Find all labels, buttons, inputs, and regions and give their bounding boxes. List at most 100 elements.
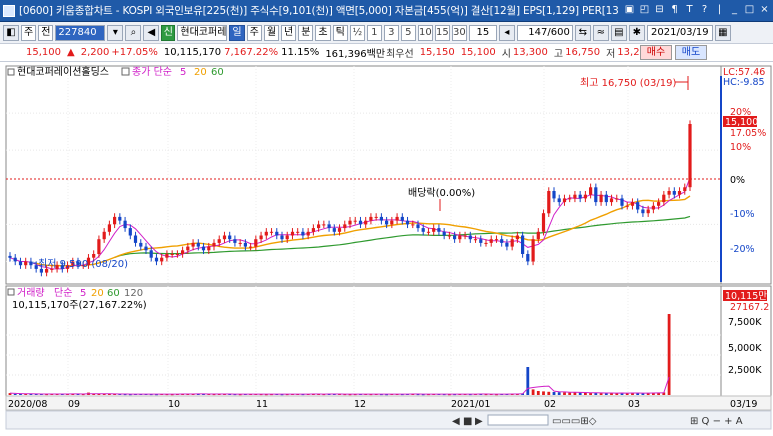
- text-icon[interactable]: T: [683, 3, 696, 17]
- price-panel-frame: [5, 65, 722, 285]
- speaker-icon[interactable]: ◀: [143, 24, 160, 41]
- candle-down: [379, 216, 383, 221]
- xlabel-11: 11: [256, 399, 268, 410]
- period-tick[interactable]: 틱: [332, 24, 348, 41]
- candle-up: [688, 124, 692, 188]
- candle-up: [191, 242, 195, 247]
- count-field[interactable]: 147/600: [516, 24, 573, 41]
- candle-up: [285, 235, 289, 240]
- legend-ma5: 5: [180, 67, 186, 78]
- volume-bar: [568, 392, 572, 395]
- candle-down: [201, 246, 206, 251]
- scroll-left-icon[interactable]: ◀: [452, 416, 460, 427]
- split-icon[interactable]: ⊟: [653, 3, 666, 17]
- range-10[interactable]: 10: [417, 24, 433, 41]
- help-icon[interactable]: ?: [698, 3, 711, 17]
- save-icon[interactable]: ▤: [610, 24, 627, 41]
- range-15[interactable]: 15: [434, 24, 450, 41]
- candle-down: [400, 216, 404, 221]
- hc-label: HC:-9.85: [723, 77, 765, 88]
- candle-up: [646, 209, 650, 214]
- close-icon[interactable]: ×: [758, 3, 771, 17]
- high-label: 고: [553, 49, 564, 60]
- candle-down: [385, 220, 389, 225]
- volume-value: 10,115,170주(27,167.22%): [12, 300, 147, 311]
- ytick-0: 0%: [730, 175, 745, 186]
- scroll-thumb[interactable]: [487, 414, 549, 426]
- period-month[interactable]: 월: [263, 24, 280, 41]
- candle-up: [217, 239, 221, 243]
- scroll-right-icon[interactable]: ▶: [475, 416, 483, 427]
- candle-up: [609, 198, 614, 203]
- dropdown-icon[interactable]: ▾: [107, 24, 124, 41]
- range-3[interactable]: 3: [383, 24, 399, 41]
- stock-label: 현대코퍼레이션홀딩스: [17, 65, 109, 78]
- tools-icon[interactable]: ▭▭▭⊞◇: [552, 416, 597, 427]
- candle-up: [568, 198, 572, 200]
- period-day[interactable]: 일: [229, 24, 245, 41]
- range-1[interactable]: 1: [366, 24, 382, 41]
- range-30[interactable]: 30: [451, 24, 467, 41]
- range-custom-select[interactable]: 15: [468, 24, 497, 41]
- stock-name-field[interactable]: 현대코퍼레: [177, 24, 228, 41]
- candle-up: [541, 213, 546, 232]
- scroll-bar[interactable]: [5, 410, 772, 430]
- calendar-icon[interactable]: ▦: [714, 24, 731, 41]
- period-year[interactable]: 년: [281, 24, 297, 41]
- jeon-select[interactable]: 전: [38, 24, 54, 41]
- volume-bar: [578, 392, 582, 395]
- candle-down: [636, 202, 640, 210]
- candle-up: [259, 235, 263, 240]
- chart-menu-icon[interactable]: ◧: [3, 24, 19, 41]
- candle-down: [594, 187, 598, 203]
- prev-arrow-icon[interactable]: ◂: [498, 24, 515, 41]
- maximize-icon[interactable]: □: [743, 3, 756, 17]
- period-week[interactable]: 주: [246, 24, 262, 41]
- best-bid: 15,100: [460, 47, 496, 58]
- candle-down: [149, 250, 153, 258]
- tile-icon[interactable]: ◰: [638, 3, 651, 17]
- indicator-icon[interactable]: ≈: [592, 24, 609, 41]
- low-annotation: 최저 9,590 (08/20): [30, 258, 128, 270]
- candle-down: [128, 228, 132, 236]
- mode-select[interactable]: 주: [21, 24, 37, 41]
- current-volume-label: 10,115만: [725, 291, 767, 302]
- candle-up: [238, 242, 242, 244]
- candle-down: [233, 239, 237, 243]
- candle-up: [494, 239, 499, 241]
- candle-down: [437, 228, 441, 232]
- pause-icon[interactable]: ■: [463, 416, 472, 427]
- low-annotation-text: 최저 9,590 (08/20): [38, 258, 128, 270]
- layout-icon[interactable]: ▣: [623, 3, 636, 17]
- stock-chart[interactable]: 현대코퍼레이션홀딩스 종가 단순 5 20 60 최고 16,750 (03/1…: [0, 62, 773, 433]
- range-half[interactable]: ½: [349, 24, 365, 41]
- candle-up: [348, 220, 352, 225]
- sell-button[interactable]: 매도: [675, 45, 707, 60]
- chart-area[interactable]: 현대코퍼레이션홀딩스 종가 단순 5 20 60 최고 16,750 (03/1…: [0, 62, 773, 433]
- x-axis-strip: [5, 395, 772, 411]
- candle-down: [118, 216, 122, 221]
- buy-button[interactable]: 매수: [640, 45, 672, 60]
- settings-icon[interactable]: ✱: [628, 24, 645, 41]
- candle-down: [552, 191, 556, 199]
- ytick-10: 10%: [730, 142, 751, 153]
- candle-up: [662, 194, 666, 203]
- zoom-controls-icon[interactable]: ⊞ Q − + A: [690, 416, 743, 427]
- xlabel-2020-08: 2020/08: [8, 399, 47, 410]
- candle-up: [322, 224, 326, 226]
- period-minute[interactable]: 분: [298, 24, 314, 41]
- date-field[interactable]: 2021/03/19: [646, 24, 713, 41]
- period-second[interactable]: 초: [315, 24, 331, 41]
- compare-icon[interactable]: ⇆: [574, 24, 591, 41]
- trade-amount: 161,396백만: [325, 49, 386, 60]
- candle-up: [458, 235, 462, 240]
- range-5[interactable]: 5: [400, 24, 416, 41]
- minimize-icon[interactable]: _: [728, 3, 741, 17]
- volume-bar: [594, 393, 598, 395]
- candle-up: [207, 246, 211, 251]
- stock-code-input[interactable]: 227840: [55, 24, 106, 41]
- candle-down: [500, 239, 504, 243]
- search-icon[interactable]: ⌕: [125, 24, 142, 41]
- candle-up: [515, 235, 519, 240]
- pin-icon[interactable]: ¶: [668, 3, 681, 17]
